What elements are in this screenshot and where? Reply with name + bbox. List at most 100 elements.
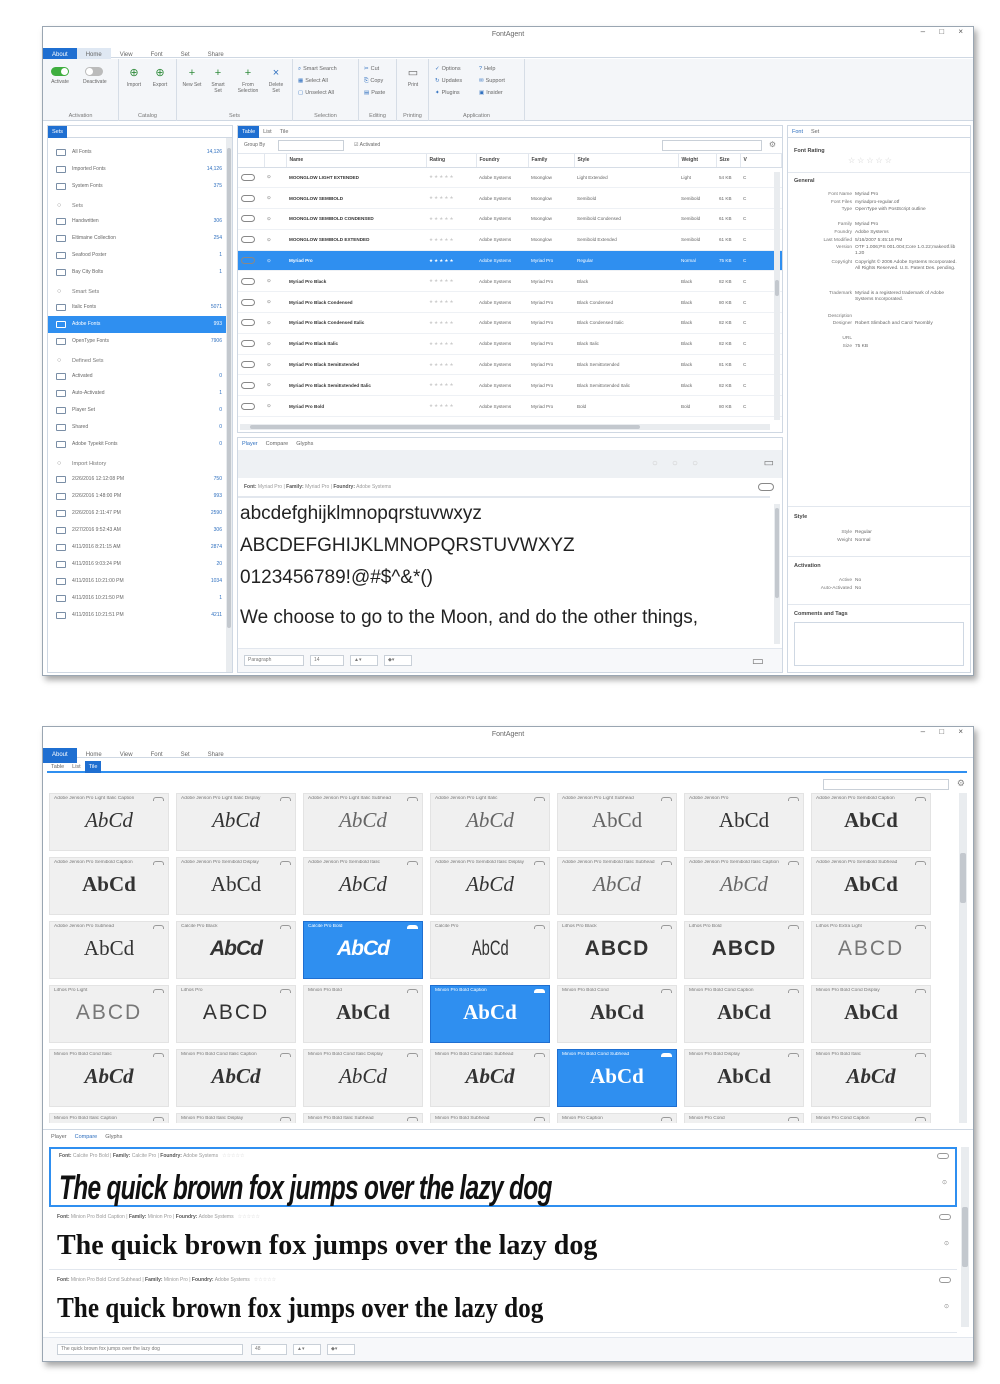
plugins-button[interactable]: ✦ Plugins: [435, 90, 460, 96]
activation-toggle[interactable]: [238, 250, 264, 272]
playback-icons[interactable]: ○○○: [652, 458, 712, 469]
activation-toggle[interactable]: [238, 395, 264, 418]
column-header[interactable]: Name: [286, 154, 427, 168]
options-button[interactable]: ✓ Options: [435, 66, 461, 72]
activation-toggle[interactable]: [238, 187, 264, 210]
font-tile[interactable]: Adobe Jenson Pro Light Italic Subhead AbC…: [303, 793, 423, 851]
size-stepper[interactable]: 48: [251, 1344, 287, 1355]
deactivate-button[interactable]: Deactivate: [83, 67, 107, 85]
sidebar-item[interactable]: Shared 0: [48, 419, 232, 436]
rating-stars[interactable]: ★★★★★: [426, 167, 476, 189]
updates-button[interactable]: ↻ Updates: [435, 78, 462, 84]
font-tile[interactable]: Lithos Pro Bold ABCD: [684, 921, 804, 979]
from-selection-button[interactable]: + From Selection: [234, 67, 262, 94]
sidebar-item[interactable]: 2/27/2016 9:52:43 AM 306: [48, 522, 232, 539]
font-tile[interactable]: Minion Pro Bold Italic Subhead: [303, 1113, 423, 1123]
activation-toggle[interactable]: [939, 1214, 951, 1220]
table-row[interactable]: ⊙ Myriad Pro Black Condensed ★★★★★ Adobe Sy…: [238, 291, 782, 314]
font-tile[interactable]: Minion Pro Cond: [684, 1113, 804, 1123]
sidebar-item[interactable]: System Fonts 375: [48, 178, 232, 195]
remove-icon[interactable]: ⊙: [942, 1179, 947, 1186]
font-tile[interactable]: Lithos Pro Light ABCD: [49, 985, 169, 1043]
help-button[interactable]: ? Help: [479, 66, 495, 72]
tab-compare[interactable]: Compare: [262, 438, 293, 450]
font-tile[interactable]: Calcite Pro AbCd: [430, 921, 550, 979]
scroll-thumb[interactable]: [775, 508, 779, 598]
scroll-thumb[interactable]: [227, 148, 231, 628]
table-row[interactable]: ⊙ MOONGLOW SEMIBOLD EXTENDED ★★★★★ Adobe Sy…: [238, 229, 782, 251]
tab-player[interactable]: Player: [47, 1131, 71, 1143]
tab-tile[interactable]: Tile: [276, 126, 293, 138]
rating-stars[interactable]: ★★★★★: [426, 333, 476, 355]
column-header[interactable]: Foundry: [476, 154, 529, 168]
rating-stars[interactable]: ☆☆☆☆☆: [222, 1153, 244, 1159]
scroll-thumb[interactable]: [250, 425, 640, 429]
sidebar-item[interactable]: 4/11/2016 10:21:51 PM 4211: [48, 607, 232, 624]
tab-compare[interactable]: Compare: [71, 1131, 102, 1143]
folder-icon[interactable]: ▭: [764, 456, 774, 469]
list-hscrollbar[interactable]: [240, 424, 770, 430]
scroll-thumb[interactable]: [962, 1207, 968, 1267]
printer-icon[interactable]: ▭: [752, 653, 764, 669]
font-tile[interactable]: Minion Pro Bold Display AbCd: [684, 1049, 804, 1107]
scroll-thumb[interactable]: [960, 853, 966, 903]
font-tile[interactable]: Minion Pro Bold Cond Italic AbCd: [49, 1049, 169, 1107]
background-button[interactable]: ◆▾: [327, 1344, 355, 1355]
activation-toggle[interactable]: [238, 333, 264, 355]
export-button[interactable]: ⊕ Export: [149, 67, 171, 88]
activation-toggle[interactable]: [758, 483, 774, 491]
font-tile[interactable]: Calcite Pro Black AbCd: [176, 921, 296, 979]
sidebar-section-header[interactable]: Import History: [48, 453, 232, 475]
sidebar-item[interactable]: Italic Fonts 5071: [48, 299, 232, 316]
sidebar-item[interactable]: All Fonts 14,126: [48, 144, 232, 161]
sidebar-item[interactable]: 2/26/2016 1:48:00 PM 993: [48, 488, 232, 505]
tab-list[interactable]: List: [68, 761, 85, 773]
compare-row[interactable]: Font: Minion Pro Bold Caption | Family: …: [49, 1210, 957, 1270]
column-header[interactable]: Weight: [678, 154, 717, 168]
sidebar-item[interactable]: 2/26/2016 12:12:08 PM 750: [48, 471, 232, 488]
rating-stars[interactable]: ★★★★★: [426, 354, 476, 376]
font-tile[interactable]: Adobe Jenson Pro Semibold Italic Caption…: [684, 857, 804, 915]
font-tile[interactable]: Adobe Jenson Pro Semibold Italic Subhead…: [557, 857, 677, 915]
sidebar-item[interactable]: Handwritten 306: [48, 213, 232, 230]
font-tile[interactable]: Adobe Jenson Pro Semibold Subhead AbCd: [811, 857, 931, 915]
rating-stars[interactable]: ☆☆☆☆☆: [238, 1214, 260, 1220]
rating-stars[interactable]: ★★★★★: [426, 229, 476, 251]
tab-tile[interactable]: Tile: [84, 761, 102, 773]
tile-scrollbar[interactable]: [959, 793, 967, 1123]
compare-row[interactable]: Font: Minion Pro Bold Cond Subhead | Fam…: [49, 1273, 957, 1333]
activation-toggle[interactable]: [238, 208, 264, 230]
compare-scrollbar[interactable]: [961, 1147, 969, 1327]
import-button[interactable]: ⊕ Import: [123, 67, 145, 88]
new-set-button[interactable]: + New Set: [181, 67, 203, 88]
table-row[interactable]: ⊙ Myriad Pro Black SemiExtended Italic ★★★…: [238, 374, 782, 397]
activation-toggle[interactable]: [238, 312, 264, 334]
font-tile[interactable]: Minion Pro Bold Cond Italic Caption AbCd: [176, 1049, 296, 1107]
tab-table[interactable]: Table: [47, 761, 68, 773]
activation-toggle[interactable]: [238, 374, 264, 397]
font-tile[interactable]: Minion Pro Cond Caption: [811, 1113, 931, 1123]
font-tile[interactable]: Adobe Jenson Pro AbCd: [684, 793, 804, 851]
smart-set-button[interactable]: + Smart Set: [207, 67, 229, 94]
font-tile[interactable]: Lithos Pro Black ABCD: [557, 921, 677, 979]
table-row[interactable]: ⊙ Myriad Pro Black Condensed Italic ★★★★★ A…: [238, 312, 782, 334]
activation-toggle[interactable]: [939, 1277, 951, 1283]
font-tile[interactable]: Adobe Jenson Pro Light Italic AbCd: [430, 793, 550, 851]
size-stepper[interactable]: 14: [310, 655, 344, 666]
text-color-button[interactable]: ▲▾: [293, 1344, 321, 1355]
search-input[interactable]: [662, 140, 762, 151]
font-tile[interactable]: Adobe Jenson Pro Semibold Display AbCd: [176, 857, 296, 915]
sidebar-scrollbar[interactable]: [226, 138, 232, 672]
background-button[interactable]: ◆▾: [384, 655, 412, 666]
sidebar-item[interactable]: 4/11/2016 10:21:00 PM 1034: [48, 573, 232, 590]
activated-filter[interactable]: ☑ Activated: [354, 142, 380, 148]
rating-stars[interactable]: ★★★★★: [426, 395, 476, 418]
select-all-button[interactable]: ▦ Select All: [298, 78, 328, 84]
tab-list[interactable]: List: [259, 126, 276, 138]
font-tile[interactable]: Minion Pro Bold Caption AbCd: [430, 985, 550, 1043]
font-tile[interactable]: Minion Pro Bold Cond AbCd: [557, 985, 677, 1043]
tab-player[interactable]: Player: [238, 438, 262, 450]
scroll-thumb[interactable]: [775, 280, 779, 296]
activation-toggle[interactable]: [238, 291, 264, 314]
table-row[interactable]: ⊙ Myriad Pro ★★★★★ Adobe Systems Myriad Pro R…: [238, 250, 782, 272]
